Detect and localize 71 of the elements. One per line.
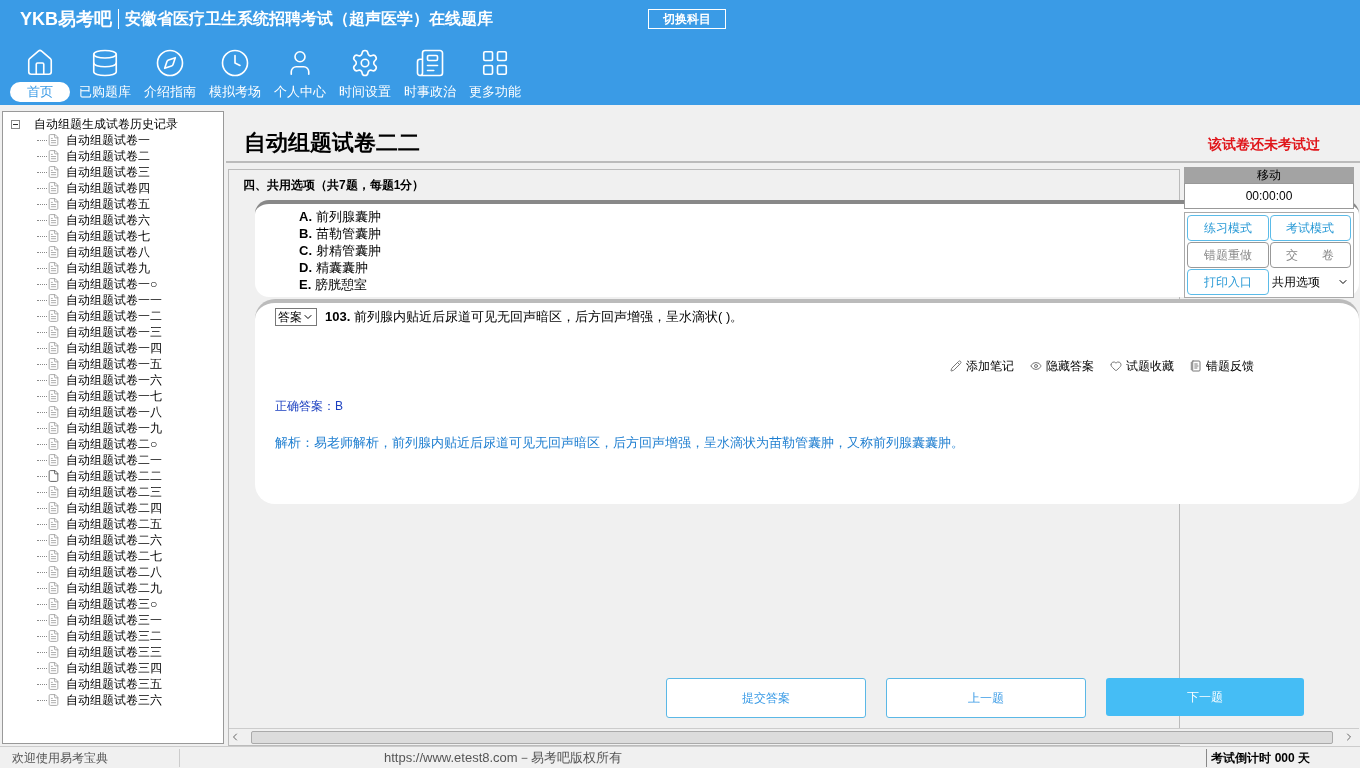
tree-item[interactable]: 自动组题试卷一四	[66, 339, 162, 357]
tree-item[interactable]: 自动组题试卷一七	[66, 387, 162, 405]
scroll-thumb[interactable]	[251, 730, 1333, 744]
paper-title: 自动组题试卷二二	[244, 129, 420, 157]
tree-item[interactable]: 自动组题试卷一	[66, 131, 150, 149]
tree-item[interactable]: 自动组题试卷一八	[66, 403, 162, 421]
option-text: E. 膀胱憩室	[299, 276, 367, 293]
option-select[interactable]: 共用选项	[1269, 269, 1351, 295]
tree-root[interactable]: 自动组题生成试卷历史记录	[34, 115, 178, 133]
tree-item[interactable]: 自动组题试卷六	[66, 211, 150, 229]
horizontal-scrollbar[interactable]	[229, 728, 1359, 745]
answer-select[interactable]: 答案	[275, 307, 317, 326]
tree-item[interactable]: 自动组题试卷一五	[66, 355, 162, 373]
tree-item[interactable]: 自动组题试卷五	[66, 195, 150, 213]
pencil-icon	[950, 359, 962, 372]
tree-item[interactable]: 自动组题试卷三	[66, 163, 150, 181]
option-text: A. 前列腺囊肿	[299, 208, 381, 225]
tree-item[interactable]: 自动组题试卷二五	[66, 515, 162, 533]
eye-icon	[1030, 359, 1042, 372]
option-text: D. 精囊囊肿	[299, 259, 368, 276]
action-link[interactable]: 错题反馈	[1190, 356, 1254, 375]
tree-item[interactable]: 自动组题试卷一一	[66, 291, 162, 309]
option-text: B. 苗勒管囊肿	[299, 225, 381, 242]
welcome-text: 欢迎使用易考宝典	[0, 748, 180, 767]
section-heading: 四、共用选项（共7题，每题1分）	[242, 177, 426, 194]
action-link[interactable]: 添加笔记	[950, 356, 1014, 375]
tree-item[interactable]: 自动组题试卷二○	[66, 435, 158, 453]
tree-item[interactable]: 自动组题试卷二	[66, 147, 150, 165]
tree-item[interactable]: 自动组题试卷八	[66, 243, 150, 261]
tree-item[interactable]: 自动组题试卷三三	[66, 643, 162, 661]
explanation-text: 解析：易老师解析，前列腺内贴近后尿道可见无回声暗区，后方回声增强，呈水滴状为苗勒管囊肿，又称前列腺囊囊肿。	[275, 433, 965, 452]
tree-item[interactable]: 自动组题试卷二六	[66, 531, 162, 549]
status-note: 该试卷还未考试过	[1208, 135, 1320, 154]
tree-item[interactable]: 自动组题试卷一六	[66, 371, 162, 389]
option-text: C. 射精管囊肿	[299, 242, 381, 259]
compass-icon	[154, 48, 185, 78]
tree-item[interactable]: 自动组题试卷二四	[66, 499, 162, 517]
tree-item[interactable]: 自动组题试卷二三	[66, 483, 162, 501]
action-link[interactable]: 试题收藏	[1110, 356, 1174, 375]
tree-item[interactable]: 自动组题试卷二八	[66, 563, 162, 581]
tree-item[interactable]: 自动组题试卷三五	[66, 675, 162, 693]
correct-answer: 正确答案：B	[275, 397, 344, 415]
question-text: 103. 前列腺内贴近后尿道可见无回声暗区，后方回声增强，呈水滴状( )。	[325, 308, 744, 326]
newspaper-icon	[414, 48, 445, 78]
action-link[interactable]: 隐藏答案	[1030, 356, 1094, 375]
app-title: 安徽省医疗卫生系统招聘考试（超声医学）在线题库	[125, 9, 493, 29]
tree-item[interactable]: 自动组题试卷一二	[66, 307, 162, 325]
tree-item[interactable]: 自动组题试卷三一	[66, 611, 162, 629]
collapse-icon[interactable]	[11, 119, 20, 129]
clock-icon	[219, 48, 250, 78]
panel-title[interactable]: 移动	[1184, 167, 1354, 183]
tree-item[interactable]: 自动组题试卷一三	[66, 323, 162, 341]
copyright-text: https://www.etest8.com－易考吧版权所有	[384, 748, 622, 767]
tree-item[interactable]: 自动组题试卷九	[66, 259, 150, 277]
timer: 00:00:00	[1184, 183, 1354, 209]
tree-item[interactable]: 自动组题试卷三四	[66, 659, 162, 677]
tree-item[interactable]: 自动组题试卷二九	[66, 579, 162, 597]
tree-item[interactable]: 自动组题试卷四	[66, 179, 150, 197]
tree-item[interactable]: 自动组题试卷二二	[66, 467, 162, 485]
tree-item[interactable]: 自动组题试卷七	[66, 227, 150, 245]
countdown-text: 考试倒计时 000 天	[1206, 748, 1310, 767]
notebook-icon	[1190, 359, 1202, 372]
tree-item[interactable]: 自动组题试卷二一	[66, 451, 162, 469]
tree-item[interactable]: 自动组题试卷一九	[66, 419, 162, 437]
logo: YKB易考吧	[20, 7, 112, 31]
heart-icon	[1110, 359, 1122, 372]
tree-item[interactable]: 自动组题试卷一○	[66, 275, 158, 293]
tree-item[interactable]: 自动组题试卷三○	[66, 595, 158, 613]
tree-item[interactable]: 自动组题试卷二七	[66, 547, 162, 565]
tree-item[interactable]: 自动组题试卷三六	[66, 691, 162, 709]
tree-item[interactable]: 自动组题试卷三二	[66, 627, 162, 645]
